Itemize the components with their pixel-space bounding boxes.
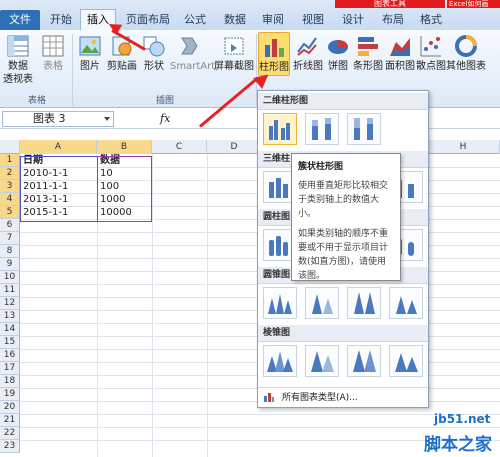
- insert-function-icon[interactable]: fx: [160, 112, 170, 125]
- select-all-corner[interactable]: [0, 140, 20, 154]
- tooltip-description: 使用垂直矩形比较相交于类别轴上的数值大小。: [298, 181, 389, 219]
- row-header[interactable]: 19: [0, 388, 20, 401]
- tab-layout[interactable]: 布局: [376, 10, 410, 30]
- row-header[interactable]: 9: [0, 258, 20, 271]
- row-header[interactable]: 1: [0, 154, 20, 167]
- tab-formulas[interactable]: 公式: [178, 10, 212, 30]
- line-chart-icon: [296, 34, 320, 58]
- picture-button[interactable]: 图片: [76, 34, 104, 73]
- percent-stacked-cone-option[interactable]: [347, 287, 381, 319]
- 3d-pyramid-option[interactable]: [389, 345, 423, 377]
- area-chart-icon: [388, 34, 412, 58]
- pivot-table-button[interactable]: 数据 透视表: [2, 34, 34, 86]
- row-header[interactable]: 3: [0, 180, 20, 193]
- chart-tools-context-label: 图表工具: [335, 0, 445, 8]
- column-header-d[interactable]: D: [207, 140, 262, 154]
- row-header[interactable]: 23: [0, 440, 20, 453]
- gallery-section-pyramid: 棱锥图: [258, 325, 428, 342]
- row-header[interactable]: 15: [0, 336, 20, 349]
- row-header[interactable]: 13: [0, 310, 20, 323]
- row-header[interactable]: 17: [0, 362, 20, 375]
- grid-line: [20, 414, 500, 415]
- chevron-down-icon[interactable]: [104, 117, 110, 121]
- row-header[interactable]: 18: [0, 375, 20, 388]
- clustered-pyramid-option[interactable]: [263, 345, 297, 377]
- picture-icon: [78, 34, 102, 58]
- watermark-logo-text: 脚本之家: [424, 435, 492, 455]
- shapes-icon: [142, 34, 166, 58]
- bar-chart-icon: [356, 34, 380, 58]
- pie-chart-icon: [326, 34, 350, 58]
- row-header[interactable]: 7: [0, 232, 20, 245]
- stacked-pyramid-option[interactable]: [305, 345, 339, 377]
- clustered-cone-option[interactable]: [263, 287, 297, 319]
- stacked-cone-option[interactable]: [305, 287, 339, 319]
- tab-design[interactable]: 设计: [336, 10, 370, 30]
- clustered-column-option[interactable]: [263, 113, 297, 145]
- group-label-tables: 表格: [27, 96, 46, 106]
- pivot-table-icon: [6, 34, 30, 58]
- table-button[interactable]: 表格: [38, 34, 68, 73]
- column-header-h[interactable]: H: [427, 140, 500, 154]
- stacked-column-option[interactable]: [305, 113, 339, 145]
- column-header-a[interactable]: A: [20, 140, 97, 154]
- row-header[interactable]: 12: [0, 297, 20, 310]
- line-chart-button[interactable]: 折线图: [292, 34, 324, 73]
- series-range-highlight: [97, 156, 152, 222]
- pie-chart-button[interactable]: 饼图: [324, 34, 352, 73]
- row-header[interactable]: 6: [0, 219, 20, 232]
- clip-art-button[interactable]: 剪贴画: [106, 34, 138, 73]
- scatter-chart-button[interactable]: 散点图: [416, 34, 446, 73]
- row-header[interactable]: 11: [0, 284, 20, 297]
- tab-page-layout[interactable]: 页面布局: [122, 10, 174, 30]
- bar-chart-button[interactable]: 条形图: [352, 34, 384, 73]
- gallery-section-2d-column: 二维柱形图: [258, 93, 428, 110]
- 3d-cone-option[interactable]: [389, 287, 423, 319]
- smartart-button[interactable]: SmartArt: [170, 34, 215, 73]
- row-header[interactable]: 14: [0, 323, 20, 336]
- tab-format[interactable]: 格式: [414, 10, 448, 30]
- percent-stacked-column-option[interactable]: [347, 113, 381, 145]
- tooltip-usage-hint: 如果类别轴的顺序不重要或不用于显示项目计数(如直方图)，请使用该图。: [298, 229, 389, 281]
- grid-line: [152, 154, 153, 457]
- watermark-url: jb51.net: [434, 412, 491, 426]
- area-chart-button[interactable]: 面积图: [384, 34, 416, 73]
- tab-data[interactable]: 数据: [218, 10, 252, 30]
- row-header[interactable]: 2: [0, 167, 20, 180]
- smartart-icon: [179, 34, 203, 58]
- screenshot-icon: [222, 34, 246, 58]
- grid-line: [20, 427, 500, 428]
- row-header[interactable]: 4: [0, 193, 20, 206]
- grid-line: [207, 154, 208, 457]
- row-header[interactable]: 20: [0, 401, 20, 414]
- tab-file[interactable]: 文件: [0, 10, 40, 30]
- row-header[interactable]: 16: [0, 349, 20, 362]
- table-icon: [41, 34, 65, 58]
- ribbon-tab-strip: 图表工具 Excel如何画 文件 开始 插入 页面布局 公式 数据 审阅 视图 …: [0, 0, 500, 30]
- scatter-chart-icon: [419, 34, 443, 58]
- tooltip-title: 簇状柱形图: [298, 162, 344, 172]
- row-header[interactable]: 8: [0, 245, 20, 258]
- window-title: Excel如何画: [447, 0, 500, 8]
- tab-home[interactable]: 开始: [44, 10, 78, 30]
- screenshot-button[interactable]: 屏幕截图: [214, 34, 254, 73]
- column-header-c[interactable]: C: [152, 140, 207, 154]
- row-header[interactable]: 22: [0, 427, 20, 440]
- name-box[interactable]: 图表 3: [2, 111, 114, 127]
- percent-stacked-pyramid-option[interactable]: [347, 345, 381, 377]
- chart-type-tooltip: 簇状柱形图 使用垂直矩形比较相交于类别轴上的数值大小。 如果类别轴的顺序不重要或…: [291, 153, 401, 281]
- tab-view[interactable]: 视图: [296, 10, 330, 30]
- all-chart-types-link[interactable]: 所有图表类型(A)...: [258, 387, 428, 407]
- row-header[interactable]: 5: [0, 206, 20, 219]
- row-header[interactable]: 10: [0, 271, 20, 284]
- column-chart-icon: [262, 35, 286, 59]
- group-separator: [72, 34, 73, 106]
- tab-review[interactable]: 审阅: [256, 10, 290, 30]
- shapes-button[interactable]: 形状: [140, 34, 168, 73]
- column-header-b[interactable]: B: [97, 140, 152, 154]
- other-charts-button[interactable]: 其他图表: [446, 34, 486, 73]
- other-charts-icon: [454, 34, 478, 58]
- row-header[interactable]: 21: [0, 414, 20, 427]
